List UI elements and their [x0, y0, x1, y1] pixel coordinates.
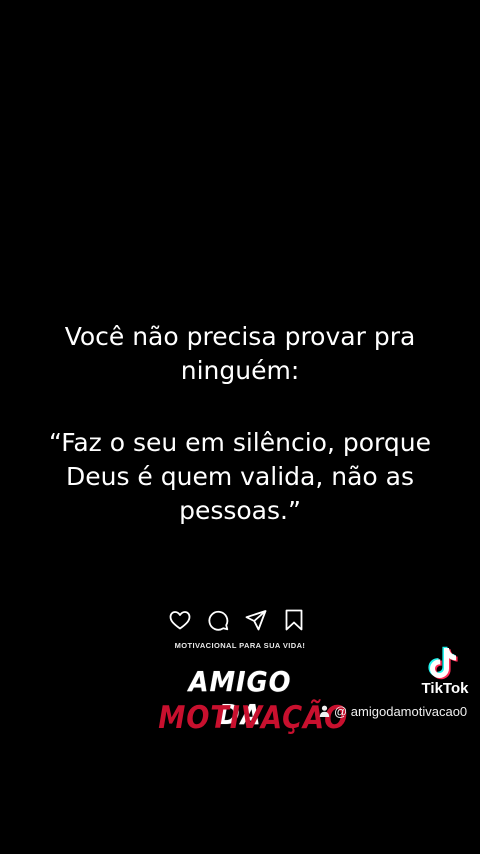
brand-tagline: MOTIVACIONAL PARA SUA VIDA! [174, 641, 306, 650]
brand-logo-line2: MOTIVAÇÃO [158, 700, 349, 736]
comment-icon [206, 608, 230, 632]
post-action-icons [168, 607, 306, 633]
creator-handle-text: @ amigodamotivacao0 [334, 703, 468, 719]
creator-handle: @ amigodamotivacao0 [319, 703, 467, 719]
user-icon [319, 705, 330, 717]
send-icon [244, 608, 268, 632]
quote-intro-line: Você não precisa provar pra [64, 322, 416, 351]
quote-intro: Você não precisa provar pra ninguém: [0, 320, 480, 388]
quote-intro-line: ninguém: [180, 356, 300, 385]
quote-body: “Faz o seu em silêncio, porque Deus é qu… [0, 426, 480, 528]
quote-body-line: Deus é quem valida, não as [65, 462, 414, 491]
quote-body-line: pessoas.” [179, 496, 301, 525]
tiktok-wordmark: TikTok [421, 680, 469, 697]
quote-body-line: “Faz o seu em silêncio, porque [49, 428, 431, 457]
bookmark-icon [282, 608, 306, 632]
tiktok-note-icon [427, 645, 461, 681]
heart-icon [168, 608, 192, 632]
